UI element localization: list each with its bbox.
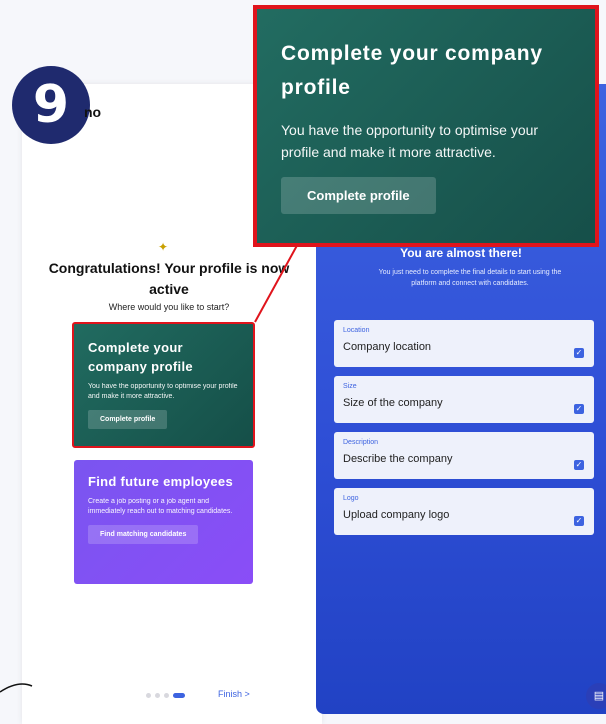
callout-title: Complete your company profile — [281, 42, 543, 99]
callout-description: You have the opportunity to optimise you… — [281, 122, 539, 160]
zoomed-callout-card: Complete your company profile You have t… — [253, 5, 599, 247]
callout-complete-profile-button[interactable]: Complete profile — [281, 177, 436, 214]
